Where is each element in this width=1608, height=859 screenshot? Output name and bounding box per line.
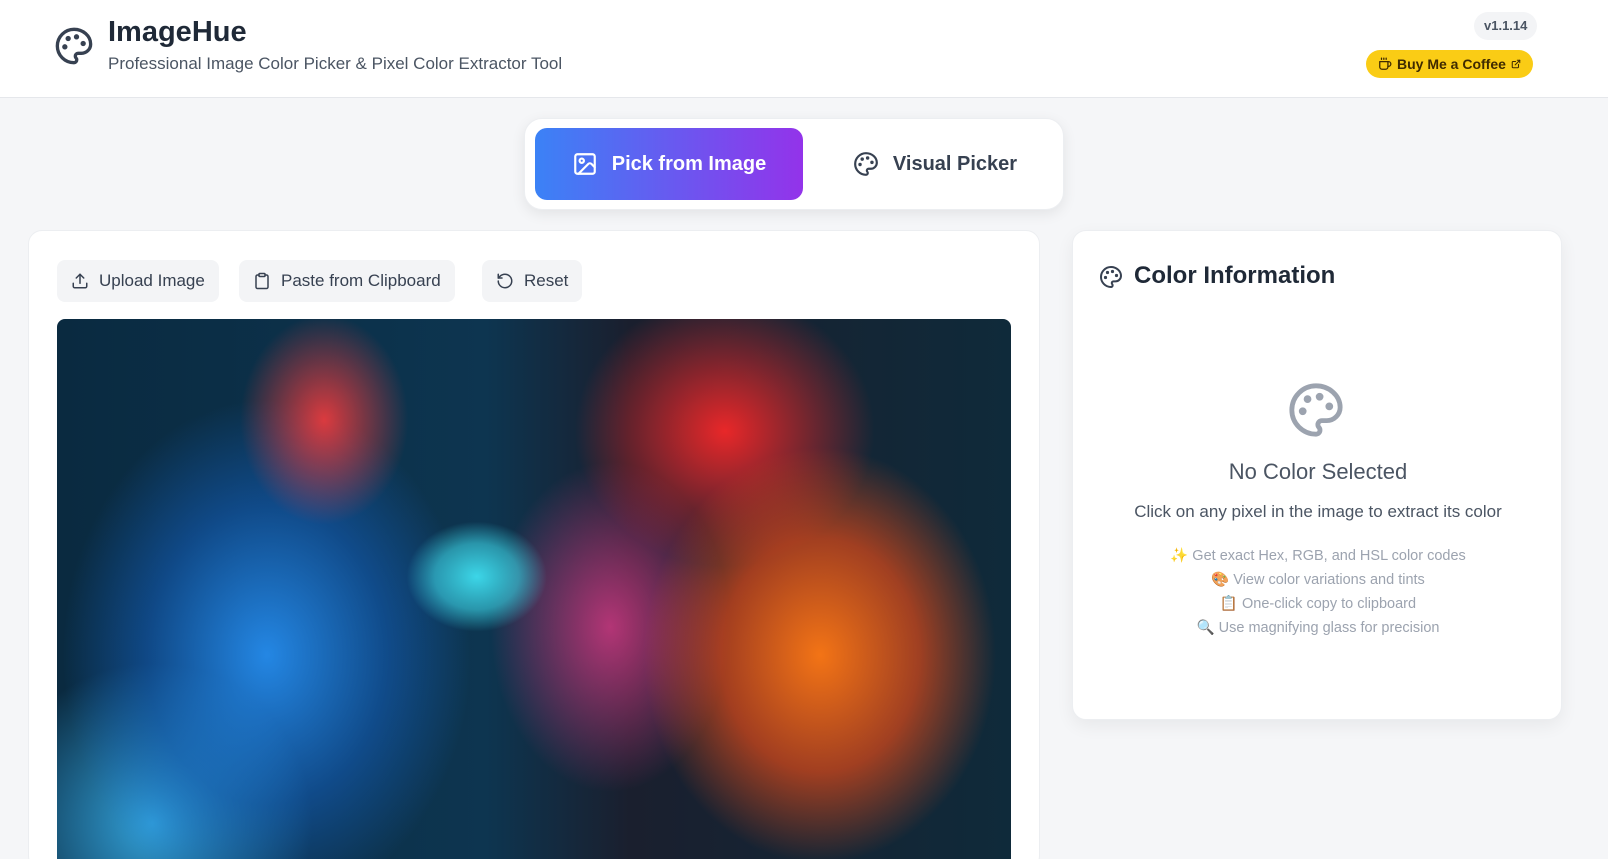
tab-visual-picker-label: Visual Picker: [892, 152, 1018, 175]
external-link-icon: [1511, 59, 1521, 69]
clipboard-icon: [255, 272, 269, 290]
app-title: ImageHue: [108, 16, 247, 48]
palette-icon: [853, 152, 878, 176]
palette-icon: [55, 27, 93, 65]
coffee-label: Buy Me a Coffee: [1397, 56, 1506, 72]
reset-button[interactable]: Reset: [482, 260, 583, 302]
reset-label: Reset: [524, 271, 569, 290]
coffee-icon: [1379, 57, 1392, 70]
image-canvas[interactable]: [57, 319, 1011, 859]
upload-image-button[interactable]: Upload Image: [57, 260, 219, 302]
tip-item: ✨ Get exact Hex, RGB, and HSL color code…: [1170, 548, 1466, 564]
version-badge: v1.1.14: [1474, 12, 1538, 40]
color-information-panel: Color Information No Color Selected Clic…: [1072, 230, 1562, 720]
mode-switch: Pick from Image Visual Picker: [524, 118, 1064, 210]
rotate-ccw-icon: [497, 273, 513, 289]
upload-image-label: Upload Image: [99, 271, 205, 290]
tab-pick-from-image[interactable]: Pick from Image: [535, 128, 803, 200]
app-subtitle: Professional Image Color Picker & Pixel …: [108, 54, 563, 73]
tab-pick-from-image-label: Pick from Image: [611, 152, 767, 175]
app-header: ImageHue Professional Image Color Picker…: [0, 0, 1608, 98]
tip-item: 🔍 Use magnifying glass for precision: [1196, 620, 1440, 636]
palette-icon: [1289, 383, 1343, 437]
color-information-title: Color Information: [1134, 262, 1336, 289]
upload-icon: [72, 273, 88, 289]
image-picker-panel: Upload Image Paste from Clipboard Reset: [28, 230, 1040, 859]
no-color-selected-description: Click on any pixel in the image to extra…: [1134, 502, 1502, 521]
tip-item: 📋 One-click copy to clipboard: [1219, 596, 1417, 612]
paste-from-clipboard-label: Paste from Clipboard: [281, 271, 441, 290]
buy-me-a-coffee-button[interactable]: Buy Me a Coffee: [1366, 50, 1533, 78]
no-color-selected-title: No Color Selected: [1228, 459, 1408, 484]
tip-item: 🎨 View color variations and tints: [1211, 572, 1425, 588]
image-icon: [573, 153, 596, 175]
paste-from-clipboard-button[interactable]: Paste from Clipboard: [239, 260, 455, 302]
feature-tips-list: ✨ Get exact Hex, RGB, and HSL color code…: [1073, 544, 1563, 640]
tab-visual-picker[interactable]: Visual Picker: [815, 128, 1055, 200]
palette-icon: [1100, 266, 1122, 288]
